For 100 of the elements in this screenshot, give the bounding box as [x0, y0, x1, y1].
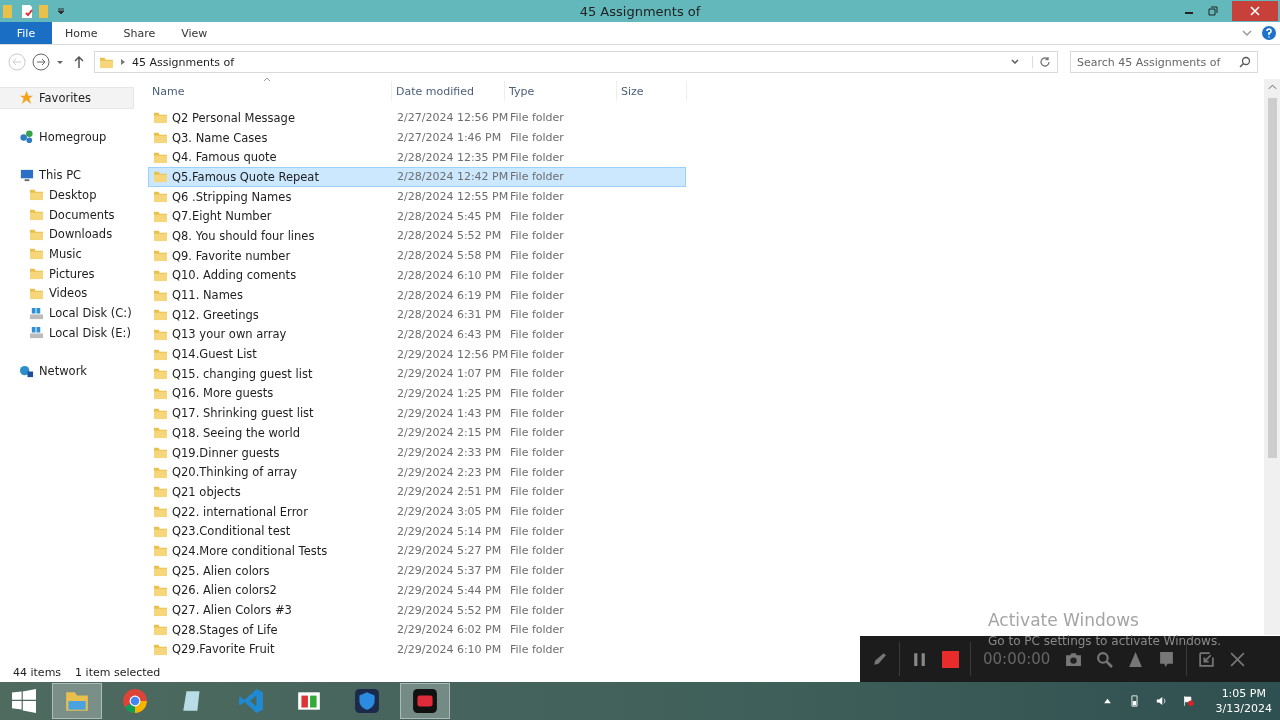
type-cell-text: File folder [509, 564, 565, 578]
refresh-icon[interactable] [1032, 56, 1051, 68]
file-row[interactable]: Q20.Thinking of array 2/29/2024 2:23 PM File folder [148, 462, 686, 483]
sidebar-item[interactable]: Local Disk (E:) [0, 322, 140, 343]
column-header[interactable]: Name [148, 81, 392, 101]
folder-icon [153, 505, 168, 519]
sidebar-item[interactable]: Desktop [0, 185, 140, 205]
sidebar-item[interactable]: Downloads [0, 224, 140, 245]
file-name: Q27. Alien Colors #3 [172, 603, 292, 618]
star-icon [19, 90, 34, 106]
browser-icon [122, 688, 148, 714]
column-header[interactable]: Size [617, 81, 687, 101]
file-row[interactable]: Q11. Names 2/28/2024 6:19 PM File folder [148, 285, 686, 305]
up-arrow-icon[interactable] [73, 55, 85, 69]
clock[interactable]: 1:05 PM 3/13/2024 [1205, 686, 1280, 716]
file-row[interactable]: Q5.Famous Quote Repeat 2/28/2024 12:42 PM File folder [148, 167, 686, 187]
file-row[interactable]: Q13 your own array 2/28/2024 6:43 PM File folder [148, 324, 686, 345]
file-row[interactable]: Q26. Alien colors2 2/29/2024 5:44 PM File folder [148, 580, 686, 601]
folder-icon [29, 188, 44, 202]
window-title: 45 Assignments of [579, 3, 701, 19]
sidebar-item[interactable]: Homegroup [0, 126, 140, 147]
stop-icon[interactable] [939, 650, 962, 668]
file-row[interactable]: Q7.Eight Number 2/28/2024 5:45 PM File folder [148, 206, 686, 227]
file-row[interactable]: Q29.Favorite Fruit 2/29/2024 6:10 PM File folder [148, 639, 686, 660]
type-cell-text: File folder [509, 150, 565, 164]
ribbon-tab[interactable]: Share [110, 22, 169, 44]
folder-icon [153, 268, 168, 282]
folder-icon [153, 327, 168, 341]
dropdown-icon[interactable] [57, 7, 65, 15]
type-cell-text: File folder [509, 190, 565, 204]
file-row[interactable]: Q9. Favorite number 2/28/2024 5:58 PM File folder [148, 245, 686, 266]
folder-icon [29, 208, 44, 222]
file-row[interactable]: Q3. Name Cases 2/27/2024 1:46 PM File folder [148, 127, 686, 148]
start-icon[interactable] [12, 689, 36, 713]
file-row[interactable]: Q23.Conditional test 2/29/2024 5:14 PM File folder [148, 521, 686, 542]
type-cell-text: File folder [509, 327, 565, 341]
file-name: Q3. Name Cases [172, 130, 268, 145]
file-row[interactable]: Q19.Dinner guests 2/29/2024 2:33 PM File folder [148, 442, 686, 463]
sidebar-item[interactable]: Pictures [0, 263, 140, 284]
sidebar-item[interactable]: Favorites [0, 88, 133, 108]
date-cell-text: 2/29/2024 12:56 PM [396, 347, 506, 361]
type-cell-text: File folder [509, 209, 565, 223]
folder-icon [153, 426, 168, 440]
column-header[interactable]: Date modified [392, 81, 505, 101]
file-row[interactable]: Q15. changing guest list 2/29/2024 1:07 PM File folder [148, 363, 686, 384]
search-field[interactable]: Search 45 Assignments of [1070, 51, 1258, 73]
folder-icon [153, 603, 168, 617]
forward-icon[interactable] [32, 53, 50, 71]
date-cell-text: 2/29/2024 2:23 PM [396, 465, 503, 479]
file-row[interactable]: Q16. More guests 2/29/2024 1:25 PM File folder [148, 383, 686, 404]
recent-caret-icon[interactable] [56, 58, 64, 66]
sidebar-item[interactable]: Videos [0, 283, 140, 304]
address-bar[interactable]: 45 Assignments of [94, 51, 1058, 73]
date-cell-text: 2/28/2024 5:52 PM [396, 229, 503, 243]
taskbar-app[interactable] [400, 683, 450, 719]
file-row[interactable]: Q12. Greetings 2/28/2024 6:31 PM File folder [148, 304, 686, 325]
help-icon[interactable] [1262, 26, 1276, 40]
drive-icon [29, 305, 44, 321]
type-cell-text: File folder [509, 229, 565, 243]
file-name: Q12. Greetings [172, 307, 259, 322]
ribbon-tab[interactable]: Home [52, 22, 111, 44]
file-row[interactable]: Q28.Stages of Life 2/29/2024 6:02 PM File folder [148, 619, 686, 640]
file-row[interactable]: Q24.More conditional Tests 2/29/2024 5:27 PM File folder [148, 541, 686, 561]
folder-icon [153, 367, 168, 381]
folder-icon [153, 446, 168, 460]
file-row[interactable]: Q4. Famous quote 2/28/2024 12:35 PM File folder [148, 147, 686, 168]
sidebar-item[interactable]: Documents [0, 204, 140, 225]
file-row[interactable]: Q6 .Stripping Names 2/28/2024 12:55 PM File folder [148, 186, 686, 207]
file-row[interactable]: Q25. Alien colors 2/29/2024 5:37 PM File folder [148, 560, 686, 581]
file-name: Q7.Eight Number [172, 209, 272, 224]
column-header[interactable]: Type [505, 81, 617, 101]
scroll-up-icon[interactable] [1267, 84, 1277, 90]
ribbon-tab[interactable]: View [168, 22, 221, 44]
file-row[interactable]: Q14.Guest List 2/29/2024 12:56 PM File folder [148, 344, 686, 364]
file-row[interactable]: Q17. Shrinking guest list 2/29/2024 1:43 PM File folder [148, 403, 686, 423]
file-row[interactable]: Q8. You should four lines 2/28/2024 5:52 PM File folder [148, 226, 686, 246]
date-cell-text: 2/29/2024 5:14 PM [396, 524, 503, 538]
file-row[interactable]: Q21 objects 2/29/2024 2:51 PM File folder [148, 482, 686, 502]
restore-icon[interactable] [1208, 6, 1218, 16]
shield-icon [354, 688, 380, 714]
flag-icon[interactable] [1182, 695, 1194, 707]
sidebar-item[interactable]: Music [0, 244, 140, 264]
sidebar-item[interactable]: This PC [0, 165, 140, 186]
sidebar-item[interactable]: Network [0, 361, 140, 382]
volume-icon[interactable] [1155, 695, 1167, 707]
file-row[interactable]: Q10. Adding coments 2/28/2024 6:10 PM File folder [148, 265, 686, 286]
properties-icon[interactable] [21, 4, 33, 18]
sidebar-item[interactable]: Local Disk (C:) [0, 303, 140, 323]
scrollbar[interactable] [1264, 79, 1280, 635]
date-cell-text: 2/28/2024 6:10 PM [396, 268, 503, 282]
file-name: Q9. Favorite number [172, 248, 291, 263]
file-row[interactable]: Q2 Personal Message 2/27/2024 12:56 PM File folder [148, 108, 686, 128]
close-button[interactable] [1232, 1, 1278, 21]
file-row[interactable]: Q27. Alien Colors #3 2/29/2024 5:52 PM File folder [148, 600, 686, 620]
type-cell-text: File folder [509, 347, 565, 361]
type-cell-text: File folder [509, 524, 565, 538]
expand-ribbon-icon[interactable] [1242, 28, 1252, 38]
file-row[interactable]: Q22. international Error 2/29/2024 3:05 PM File folder [148, 501, 686, 522]
file-row[interactable]: Q18. Seeing the world 2/29/2024 2:15 PM File folder [148, 423, 686, 443]
battery-icon[interactable] [1128, 695, 1140, 707]
